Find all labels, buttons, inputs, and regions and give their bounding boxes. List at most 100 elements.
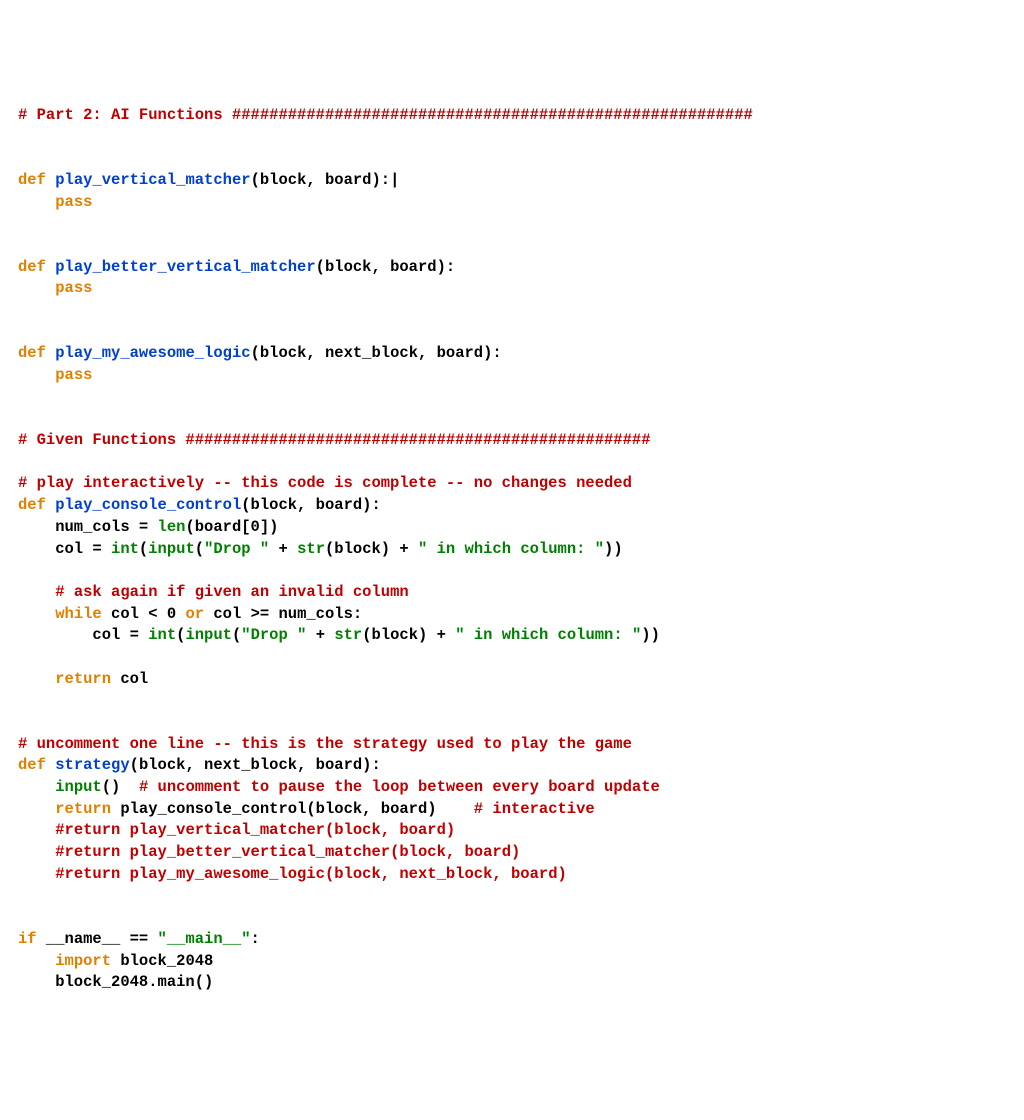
- code-line: # ask again if given an invalid column: [18, 582, 1006, 604]
- code-token: # play interactively -- this code is com…: [18, 474, 632, 492]
- code-token: int: [111, 540, 139, 558]
- code-token: pass: [55, 193, 92, 211]
- code-token: (block) +: [362, 626, 455, 644]
- code-token: [18, 366, 55, 384]
- code-token: def: [18, 344, 46, 362]
- code-line: #return play_my_awesome_logic(block, nex…: [18, 864, 1006, 886]
- code-line: col = int(input("Drop " + str(block) + "…: [18, 625, 1006, 647]
- code-line: [18, 300, 1006, 322]
- code-line: [18, 452, 1006, 474]
- code-token: (): [102, 778, 139, 796]
- code-token: def: [18, 171, 46, 189]
- code-token: (block, board):: [251, 171, 391, 189]
- code-token: while: [55, 605, 102, 623]
- code-token: +: [269, 540, 297, 558]
- code-token: if: [18, 930, 37, 948]
- code-token: play_console_control(block, board): [111, 800, 474, 818]
- code-line: #return play_better_vertical_matcher(blo…: [18, 842, 1006, 864]
- code-line: [18, 560, 1006, 582]
- code-token: return: [55, 670, 111, 688]
- code-token: (: [232, 626, 241, 644]
- code-token: input: [185, 626, 232, 644]
- code-line: [18, 235, 1006, 257]
- code-line: def play_vertical_matcher(block, board):…: [18, 170, 1006, 192]
- code-line: def play_better_vertical_matcher(block, …: [18, 257, 1006, 279]
- code-token: col < 0: [102, 605, 186, 623]
- code-token: (block, board):: [316, 258, 456, 276]
- code-token: [46, 344, 55, 362]
- code-token: # interactive: [474, 800, 595, 818]
- code-token: [46, 258, 55, 276]
- code-token: [18, 865, 55, 883]
- code-token: (block, next_block, board):: [130, 756, 381, 774]
- code-token: import: [55, 952, 111, 970]
- code-token: col =: [18, 540, 111, 558]
- code-token: len: [158, 518, 186, 536]
- code-line: if __name__ == "__main__":: [18, 929, 1006, 951]
- code-line: def strategy(block, next_block, board):: [18, 755, 1006, 777]
- code-line: col = int(input("Drop " + str(block) + "…: [18, 539, 1006, 561]
- code-token: "Drop ": [204, 540, 269, 558]
- code-token: |: [390, 171, 399, 189]
- code-token: return: [55, 800, 111, 818]
- code-token: input: [55, 778, 102, 796]
- code-token: play_my_awesome_logic: [55, 344, 250, 362]
- code-token: +: [306, 626, 334, 644]
- code-token: [18, 583, 55, 601]
- code-token: (board[0]): [185, 518, 278, 536]
- code-line: def play_my_awesome_logic(block, next_bl…: [18, 343, 1006, 365]
- code-token: def: [18, 496, 46, 514]
- code-line: # play interactively -- this code is com…: [18, 473, 1006, 495]
- code-token: str: [297, 540, 325, 558]
- code-line: return col: [18, 669, 1006, 691]
- code-token: def: [18, 258, 46, 276]
- code-token: [18, 952, 55, 970]
- code-token: [18, 605, 55, 623]
- code-token: )): [604, 540, 623, 558]
- code-line: # Given Functions ######################…: [18, 430, 1006, 452]
- code-token: # uncomment to pause the loop between ev…: [139, 778, 660, 796]
- code-line: [18, 408, 1006, 430]
- code-line: [18, 907, 1006, 929]
- code-token: def: [18, 756, 46, 774]
- code-token: (block, next_block, board):: [251, 344, 502, 362]
- code-line: input() # uncomment to pause the loop be…: [18, 777, 1006, 799]
- code-token: [46, 756, 55, 774]
- code-token: [46, 171, 55, 189]
- code-line: #return play_vertical_matcher(block, boa…: [18, 820, 1006, 842]
- code-token: [46, 496, 55, 514]
- code-token: (block, board):: [241, 496, 381, 514]
- code-token: input: [148, 540, 195, 558]
- code-line: pass: [18, 278, 1006, 300]
- code-token: # Part 2: AI Functions #################…: [18, 106, 753, 124]
- code-line: [18, 126, 1006, 148]
- code-token: block_2048: [111, 952, 213, 970]
- code-token: # uncomment one line -- this is the stra…: [18, 735, 632, 753]
- code-block: # Part 2: AI Functions #################…: [18, 105, 1006, 994]
- code-token: __name__ ==: [37, 930, 158, 948]
- code-line: # Part 2: AI Functions #################…: [18, 105, 1006, 127]
- code-line: while col < 0 or col >= num_cols:: [18, 604, 1006, 626]
- code-line: [18, 690, 1006, 712]
- code-token: str: [334, 626, 362, 644]
- code-token: # Given Functions ######################…: [18, 431, 651, 449]
- code-token: [18, 778, 55, 796]
- code-line: [18, 886, 1006, 908]
- code-line: [18, 647, 1006, 669]
- code-token: [18, 193, 55, 211]
- code-token: col: [111, 670, 148, 688]
- code-token: #return play_my_awesome_logic(block, nex…: [55, 865, 567, 883]
- code-token: # ask again if given an invalid column: [55, 583, 408, 601]
- code-token: #return play_vertical_matcher(block, boa…: [55, 821, 455, 839]
- code-line: [18, 213, 1006, 235]
- code-token: "Drop ": [241, 626, 306, 644]
- code-token: " in which column: ": [455, 626, 641, 644]
- code-line: import block_2048: [18, 951, 1006, 973]
- code-line: [18, 712, 1006, 734]
- code-line: # uncomment one line -- this is the stra…: [18, 734, 1006, 756]
- code-token: [18, 279, 55, 297]
- code-line: def play_console_control(block, board):: [18, 495, 1006, 517]
- code-line: [18, 322, 1006, 344]
- code-token: int: [148, 626, 176, 644]
- code-line: return play_console_control(block, board…: [18, 799, 1006, 821]
